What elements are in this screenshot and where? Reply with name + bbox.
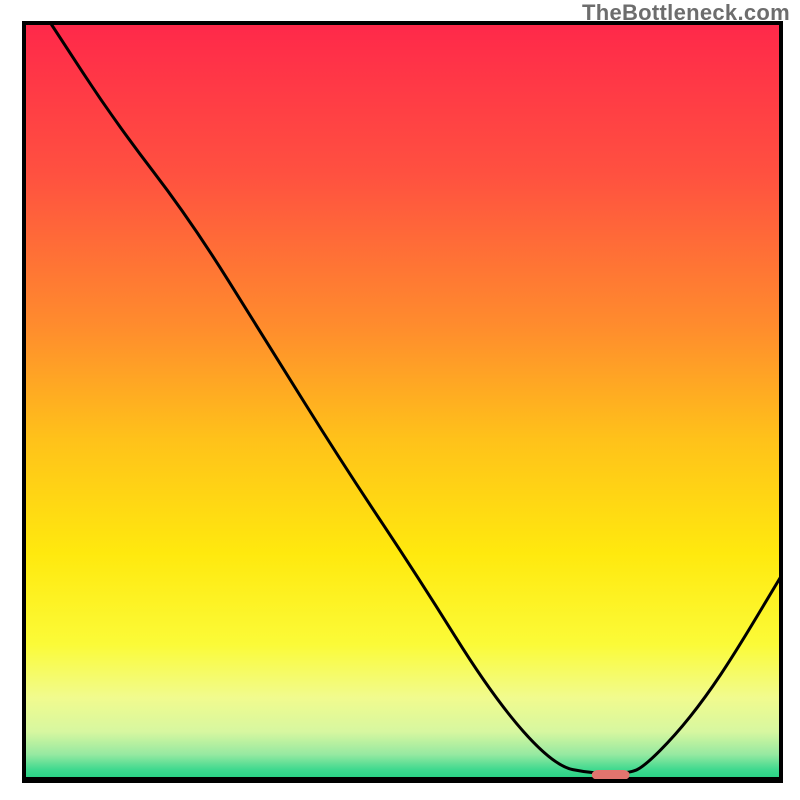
optimal-marker <box>592 770 630 780</box>
bottleneck-chart <box>0 0 800 800</box>
plot-background <box>24 23 781 781</box>
chart-container: { "watermark": "TheBottleneck.com", "cha… <box>0 0 800 800</box>
watermark-text: TheBottleneck.com <box>582 0 790 26</box>
